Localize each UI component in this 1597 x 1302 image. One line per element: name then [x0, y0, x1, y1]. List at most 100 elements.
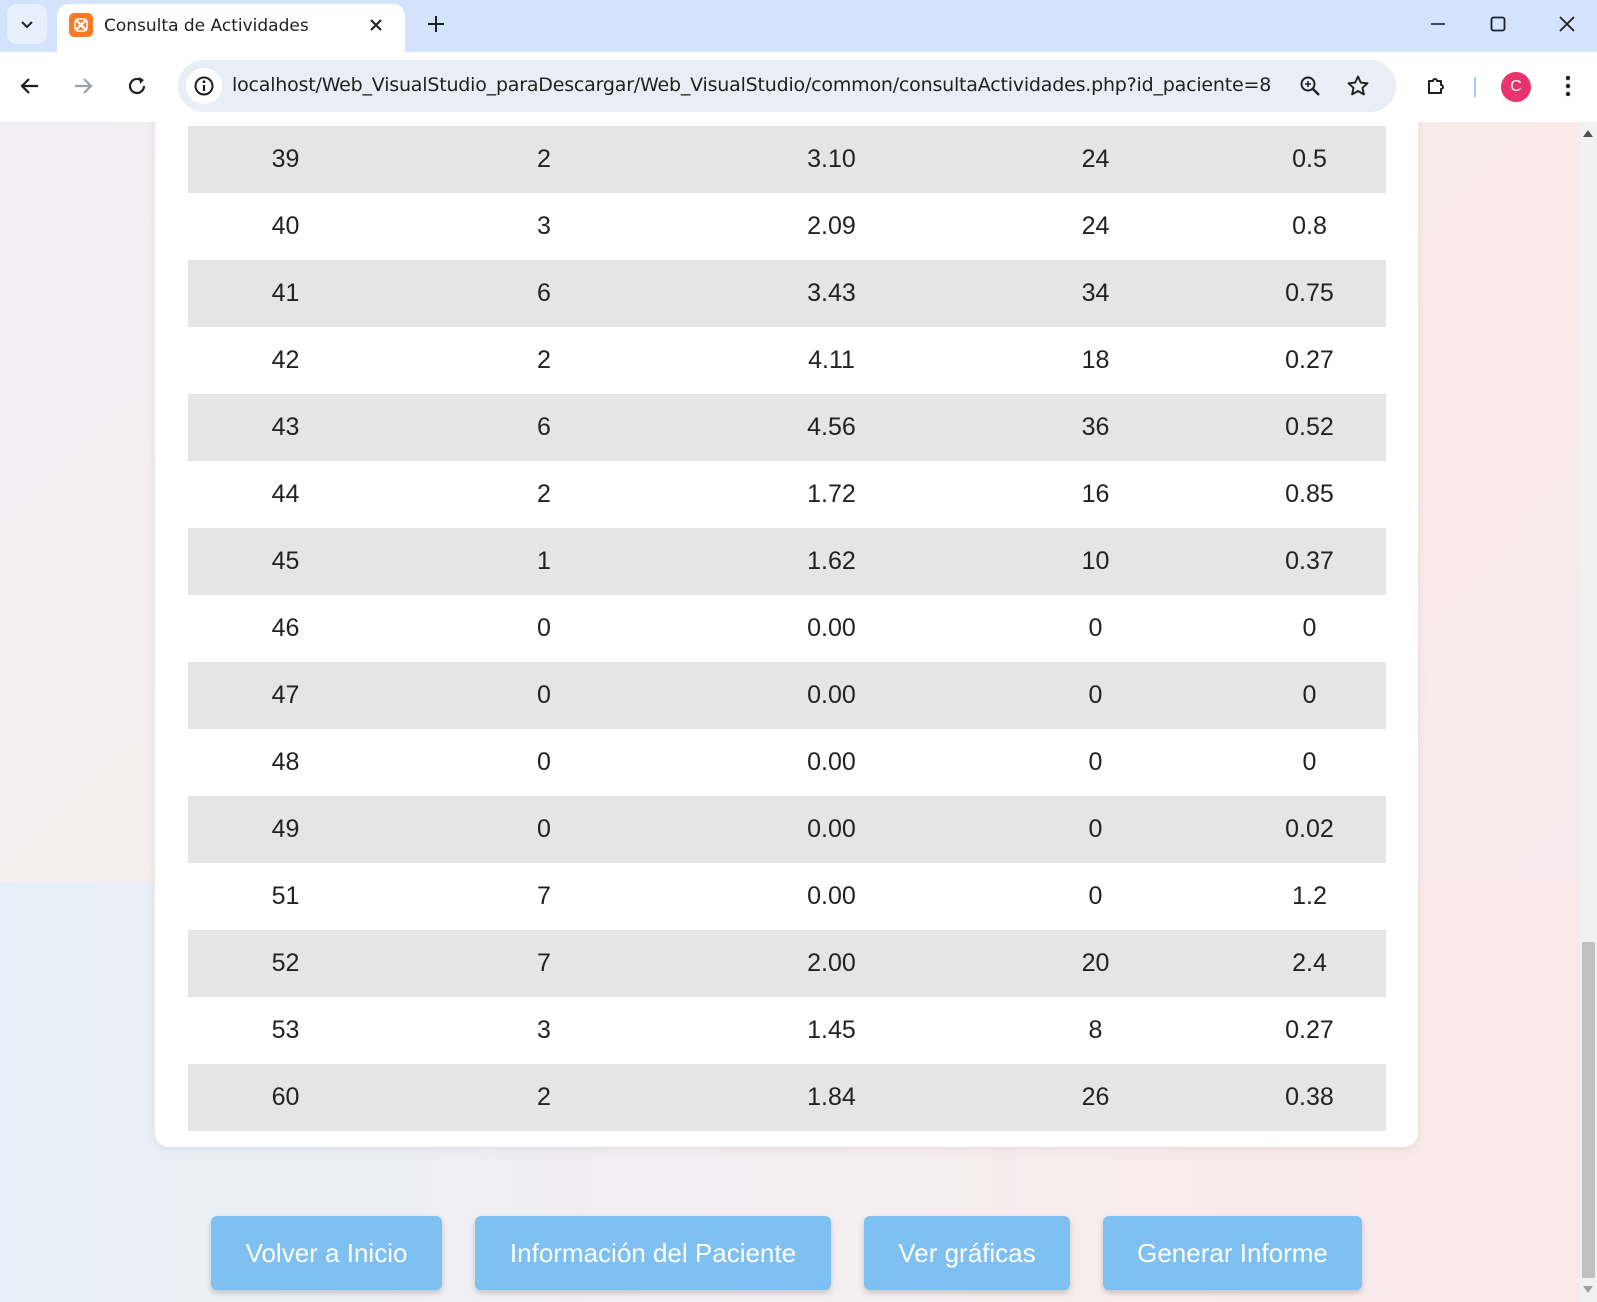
table-cell: 43 [188, 394, 383, 461]
scroll-thumb[interactable] [1582, 942, 1595, 1278]
table-cell: 0 [1233, 662, 1386, 729]
table-cell: 0 [383, 662, 705, 729]
table-cell: 0 [383, 595, 705, 662]
table-cell: 34 [958, 260, 1233, 327]
table-row: 49 0 0.00 0 0.02 [188, 796, 1386, 863]
table-cell: 42 [188, 327, 383, 394]
close-icon[interactable] [365, 14, 387, 36]
table-cell: 0.37 [1233, 528, 1386, 595]
table-cell: 0.27 [1233, 327, 1386, 394]
table-cell: 45 [188, 528, 383, 595]
table-cell: 0 [958, 796, 1233, 863]
table-row: 48 0 0.00 0 0 [188, 729, 1386, 796]
table-cell: 3.10 [705, 126, 958, 193]
plus-icon[interactable] [422, 10, 450, 38]
minimize-icon[interactable] [1422, 8, 1454, 40]
address-bar[interactable]: localhost/Web_VisualStudio_paraDescargar… [178, 60, 1396, 112]
table-cell: 0 [383, 796, 705, 863]
info-icon[interactable] [186, 68, 222, 104]
table-cell: 51 [188, 863, 383, 930]
table-cell: 1 [383, 528, 705, 595]
table-cell: 52 [188, 930, 383, 997]
table-cell: 1.45 [705, 997, 958, 1064]
star-icon[interactable] [1344, 72, 1372, 100]
table-cell: 3.43 [705, 260, 958, 327]
table-cell: 44 [188, 461, 383, 528]
table-row: 43 6 4.56 36 0.52 [188, 394, 1386, 461]
table-cell: 0 [1233, 595, 1386, 662]
url-text[interactable]: localhost/Web_VisualStudio_paraDescargar… [232, 74, 1271, 96]
table-cell: 49 [188, 796, 383, 863]
table-cell: 8 [958, 997, 1233, 1064]
table-cell: 0 [958, 595, 1233, 662]
table-row: 39 2 3.10 24 0.5 [188, 126, 1386, 193]
table-cell: 1.84 [705, 1064, 958, 1131]
table-cell: 1.72 [705, 461, 958, 528]
scrollbar[interactable] [1580, 122, 1597, 1302]
avatar[interactable]: C [1501, 72, 1531, 102]
table-cell: 0.00 [705, 863, 958, 930]
table-cell: 0.27 [1233, 997, 1386, 1064]
table-cell: 2.4 [1233, 930, 1386, 997]
scroll-up-icon[interactable] [1583, 130, 1593, 137]
tab-strip: Consulta de Actividades [0, 0, 1597, 52]
table-cell: 0.02 [1233, 796, 1386, 863]
table-row: 47 0 0.00 0 0 [188, 662, 1386, 729]
table-cell: 0 [958, 662, 1233, 729]
table-row: 40 3 2.09 24 0.8 [188, 193, 1386, 260]
tab-search-icon[interactable] [7, 4, 47, 44]
table-cell: 1.2 [1233, 863, 1386, 930]
table-row: 44 2 1.72 16 0.85 [188, 461, 1386, 528]
generate-report-button[interactable]: Generar Informe [1103, 1216, 1362, 1290]
forward-arrow-icon[interactable] [65, 68, 101, 104]
table-cell: 0.00 [705, 729, 958, 796]
table-cell: 0.38 [1233, 1064, 1386, 1131]
table-cell: 24 [958, 193, 1233, 260]
table-row: 41 6 3.43 34 0.75 [188, 260, 1386, 327]
browser-toolbar: localhost/Web_VisualStudio_paraDescargar… [0, 52, 1597, 122]
close-window-icon[interactable] [1551, 8, 1583, 40]
table-cell: 16 [958, 461, 1233, 528]
reload-icon[interactable] [119, 68, 155, 104]
back-home-button[interactable]: Volver a Inicio [211, 1216, 442, 1290]
zoom-icon[interactable] [1296, 72, 1324, 100]
table-row: 46 0 0.00 0 0 [188, 595, 1386, 662]
table-cell: 36 [958, 394, 1233, 461]
scroll-down-icon[interactable] [1583, 1286, 1593, 1293]
table-cell: 0 [383, 729, 705, 796]
table-cell: 3 [383, 997, 705, 1064]
table-cell: 60 [188, 1064, 383, 1131]
table-row: 60 2 1.84 26 0.38 [188, 1064, 1386, 1131]
table-cell: 39 [188, 126, 383, 193]
kebab-menu-icon[interactable] [1550, 68, 1586, 104]
table-cell: 53 [188, 997, 383, 1064]
extensions-icon[interactable] [1418, 68, 1454, 104]
table-cell: 0.00 [705, 796, 958, 863]
back-arrow-icon[interactable] [12, 68, 48, 104]
table-cell: 2 [383, 461, 705, 528]
table-cell: 0.8 [1233, 193, 1386, 260]
view-charts-button[interactable]: Ver gráficas [864, 1216, 1070, 1290]
table-row: 53 3 1.45 8 0.27 [188, 997, 1386, 1064]
tab-consulta-actividades[interactable]: Consulta de Actividades [57, 4, 405, 52]
table-row: 45 1 1.62 10 0.37 [188, 528, 1386, 595]
table-cell: 0 [958, 729, 1233, 796]
patient-info-button[interactable]: Información del Paciente [475, 1216, 831, 1290]
table-row: 52 7 2.00 20 2.4 [188, 930, 1386, 997]
table-cell: 0.85 [1233, 461, 1386, 528]
table-cell: 26 [958, 1064, 1233, 1131]
table-row: 42 2 4.11 18 0.27 [188, 327, 1386, 394]
table-cell: 40 [188, 193, 383, 260]
table-cell: 2 [383, 327, 705, 394]
table-row: 51 7 0.00 0 1.2 [188, 863, 1386, 930]
table-cell: 7 [383, 930, 705, 997]
maximize-icon[interactable] [1482, 8, 1514, 40]
table-cell: 20 [958, 930, 1233, 997]
table-cell: 2.09 [705, 193, 958, 260]
table-cell: 4.11 [705, 327, 958, 394]
table-cell: 47 [188, 662, 383, 729]
page-viewport: 39 2 3.10 24 0.5 40 3 2.09 24 0.8 41 6 3.43 34 0.75 42 2… [0, 122, 1580, 1302]
table-cell: 0.00 [705, 662, 958, 729]
table-cell: 6 [383, 394, 705, 461]
table-cell: 46 [188, 595, 383, 662]
